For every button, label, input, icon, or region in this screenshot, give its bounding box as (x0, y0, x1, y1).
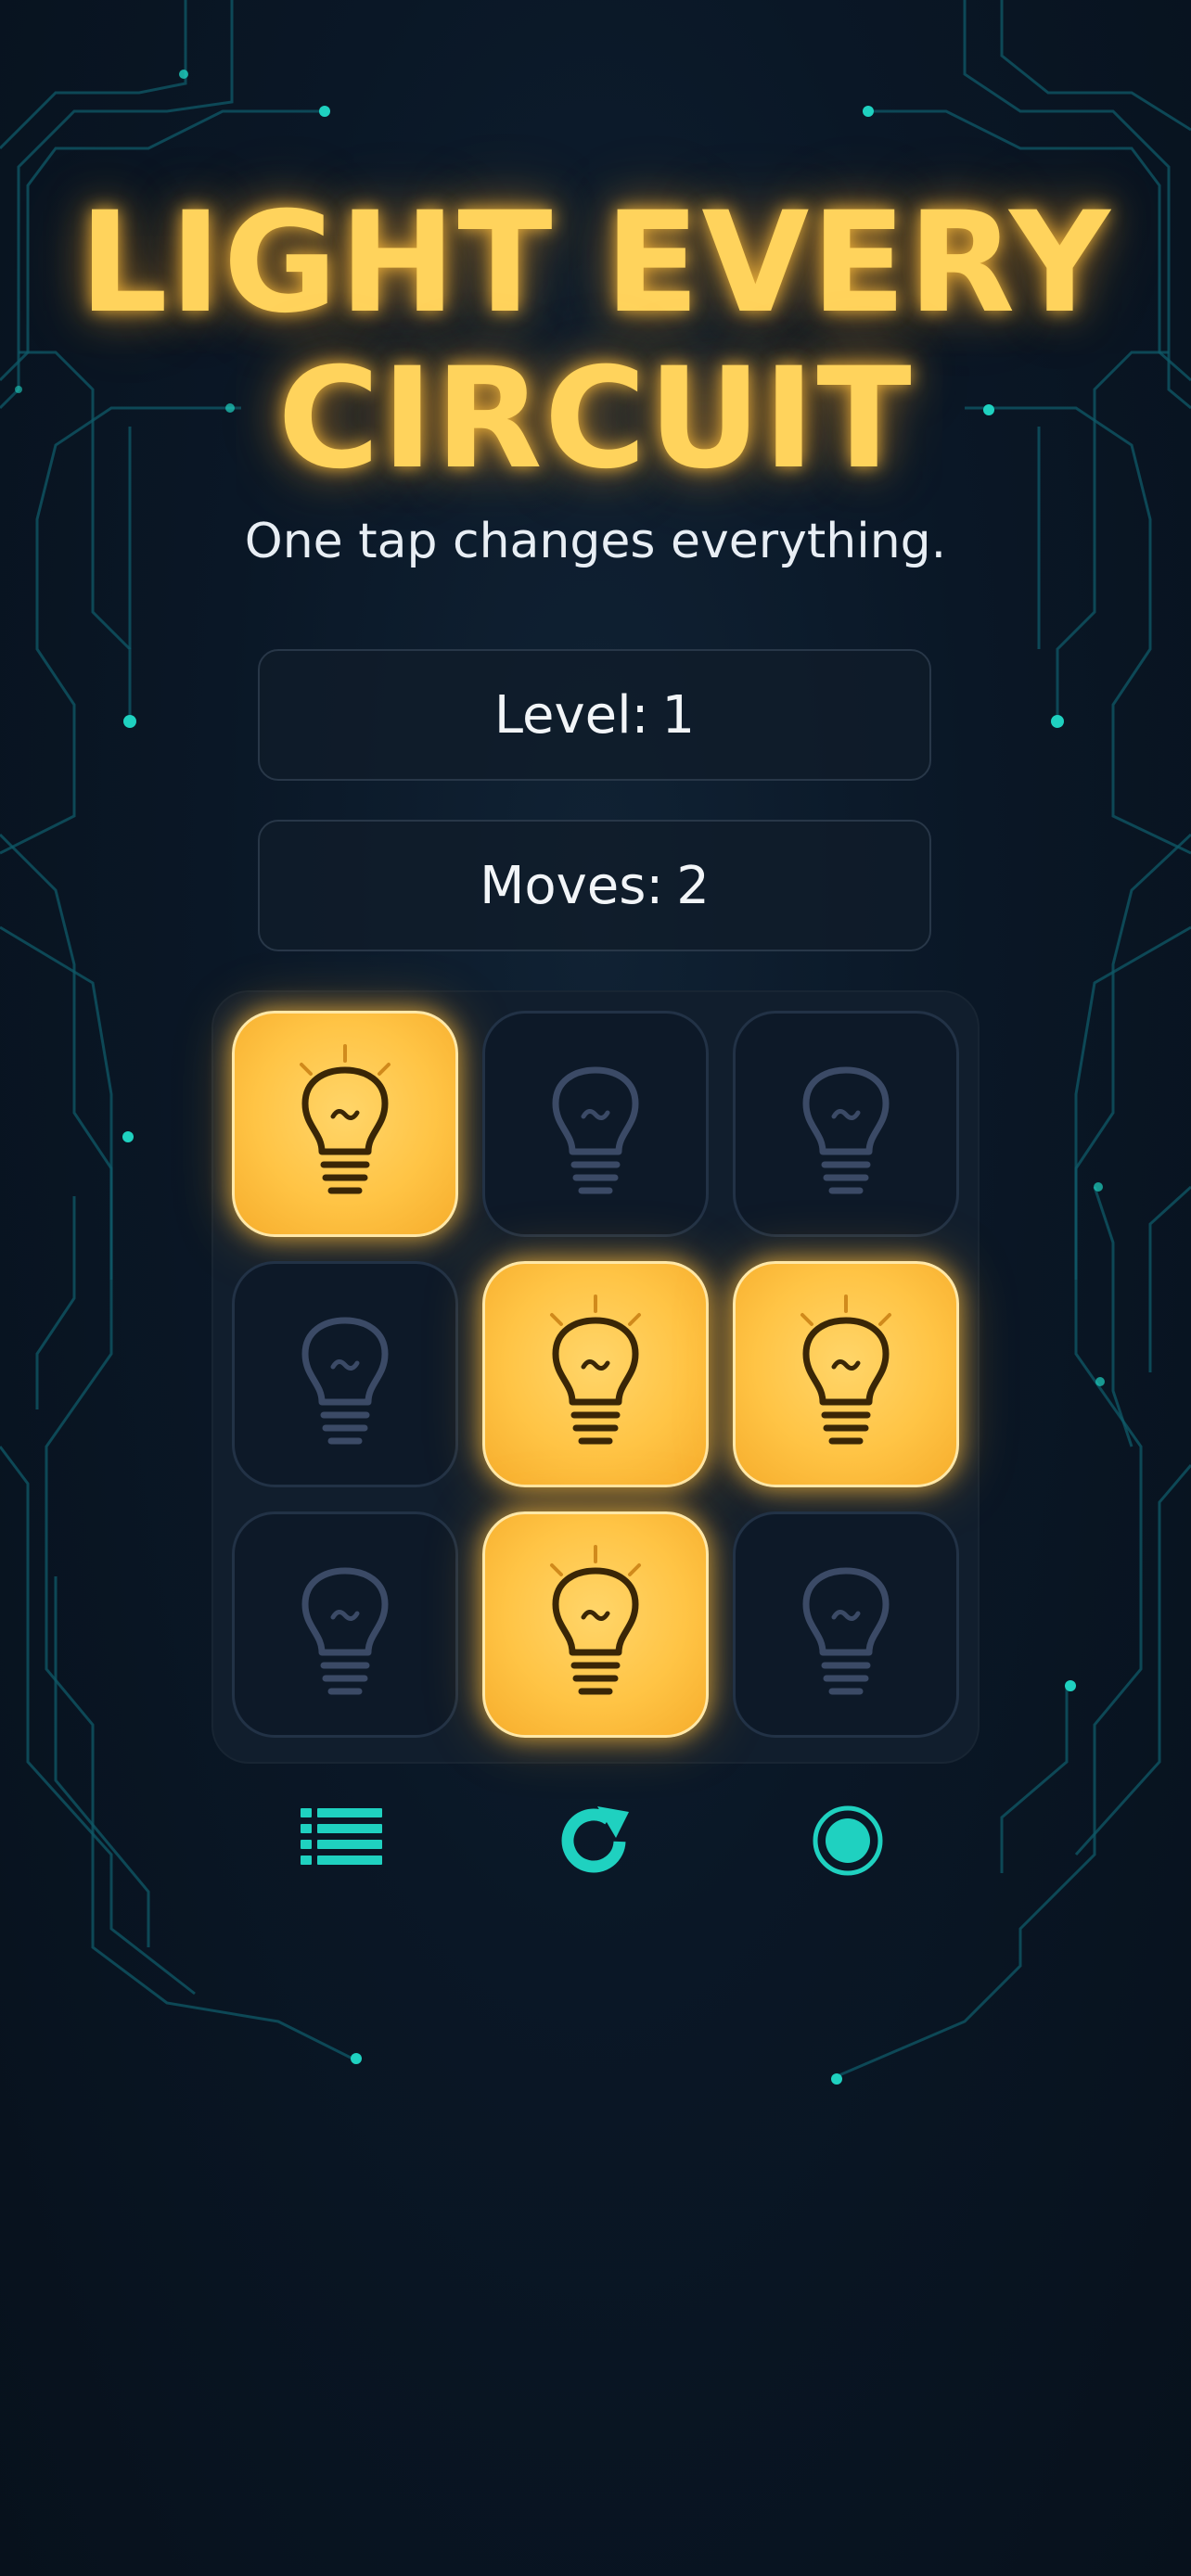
lightbulb-icon (300, 1044, 391, 1194)
moves-value: 2 (676, 855, 710, 916)
moves-label: Moves: (480, 855, 664, 916)
lightbulb-icon (550, 1294, 641, 1445)
list-icon (301, 1808, 382, 1865)
title-line-2: CIRCUIT (277, 338, 914, 500)
lightbulb-icon (301, 1567, 389, 1695)
board-cell-r3-c3[interactable] (733, 1511, 959, 1738)
lightbulb-icon (800, 1294, 891, 1445)
record-button[interactable] (803, 1799, 892, 1882)
lightbulb-icon (802, 1066, 890, 1194)
moves-counter: Moves: 2 (258, 820, 931, 951)
restart-button[interactable] (551, 1799, 640, 1882)
lightbulb-icon (802, 1567, 890, 1695)
board-cell-r3-c2[interactable] (482, 1511, 709, 1738)
lightbulb-icon (301, 1317, 389, 1445)
record-icon (813, 1805, 883, 1876)
controls-bar (0, 1799, 1191, 1882)
lightbulb-icon (550, 1545, 641, 1695)
board-cell-r2-c3[interactable] (733, 1261, 959, 1487)
level-indicator: Level: 1 (258, 649, 931, 781)
lightbulb-icon (552, 1066, 639, 1194)
board-cell-r1-c2[interactable] (482, 1011, 709, 1237)
board-cell-r3-c1[interactable] (232, 1511, 458, 1738)
restart-icon (561, 1806, 629, 1873)
board-cell-r2-c2[interactable] (482, 1261, 709, 1487)
level-list-button[interactable] (297, 1799, 386, 1882)
title-line-1: LIGHT EVERY (79, 183, 1112, 344)
level-label: Level: (493, 684, 649, 746)
board-cell-r1-c1[interactable] (232, 1011, 458, 1237)
level-value: 1 (661, 684, 696, 746)
subtitle: One tap changes everything. (244, 514, 947, 569)
game-board (211, 990, 980, 1764)
board-cell-r2-c1[interactable] (232, 1261, 458, 1487)
board-cell-r1-c3[interactable] (733, 1011, 959, 1237)
page-title: LIGHT EVERY CIRCUIT (0, 185, 1191, 497)
